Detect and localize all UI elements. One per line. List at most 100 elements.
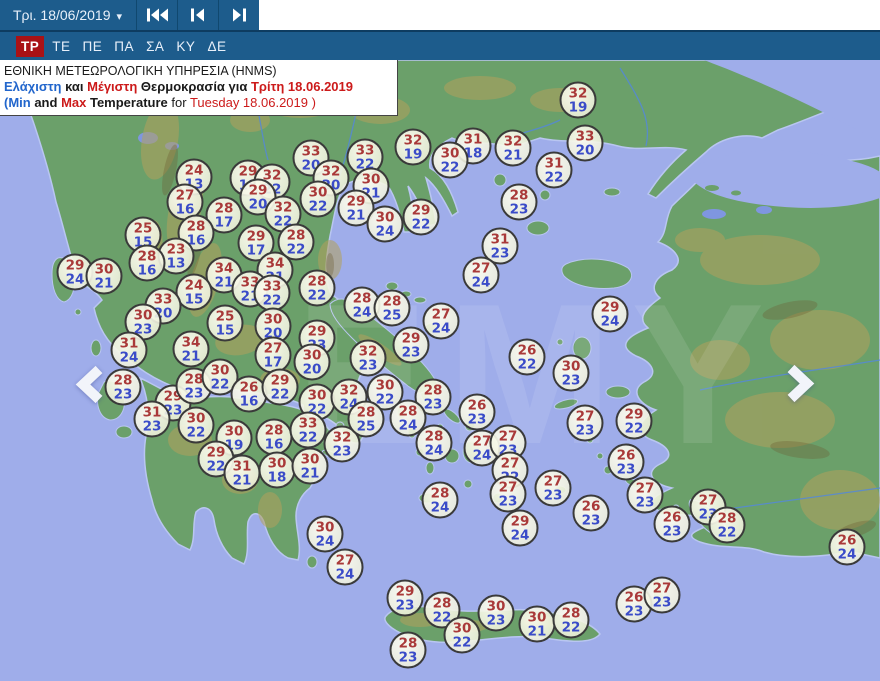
skip-first-icon <box>146 8 168 22</box>
min-temp: 23 <box>395 597 415 613</box>
max-temp: 26 <box>239 379 259 395</box>
temp-station: 27 24 <box>422 302 460 340</box>
temp-station: 27 23 <box>566 404 604 442</box>
min-temp: 21 <box>527 623 547 639</box>
day-tab-ΔΕ[interactable]: ΔΕ <box>201 37 232 56</box>
min-temp: 23 <box>332 443 352 459</box>
max-temp: 28 <box>398 403 418 419</box>
temp-station: 29 22 <box>402 198 440 236</box>
date-dropdown[interactable]: Τρι. 18/06/2019 ▾ <box>0 0 136 30</box>
day-tab-ΠΕ[interactable]: ΠΕ <box>77 37 109 56</box>
max-temp: 30 <box>375 377 395 393</box>
min-temp: 24 <box>510 527 530 543</box>
temp-station: 26 24 <box>828 528 866 566</box>
min-temp: 23 <box>423 396 443 412</box>
temp-station: 26 22 <box>508 338 546 376</box>
max-temp: 25 <box>215 308 235 324</box>
min-temp: 24 <box>431 320 451 336</box>
max-temp: 26 <box>837 532 857 548</box>
day-tab-ΣΑ[interactable]: ΣΑ <box>140 37 170 56</box>
max-temp: 34 <box>265 255 285 271</box>
weather-map: ΕΜΥ 321924132918322233203322321931183221… <box>0 60 880 681</box>
skip-first-button[interactable] <box>136 0 177 30</box>
min-temp: 23 <box>358 357 378 373</box>
max-temp: 27 <box>498 479 518 495</box>
temp-station: 31 23 <box>133 400 171 438</box>
max-temp: 24 <box>184 277 204 293</box>
max-temp: 32 <box>403 132 423 148</box>
max-temp: 30 <box>440 145 460 161</box>
min-temp: 21 <box>503 147 523 163</box>
min-temp: 24 <box>837 546 857 562</box>
min-temp: 23 <box>498 493 518 509</box>
min-temp: 24 <box>398 417 418 433</box>
max-temp: 32 <box>568 85 588 101</box>
temp-station: 28 24 <box>421 481 459 519</box>
max-temp: 28 <box>356 404 376 420</box>
temp-station: 31 22 <box>535 151 573 189</box>
min-temp: 24 <box>315 533 335 549</box>
map-prev-arrow[interactable] <box>75 365 105 410</box>
min-temp: 24 <box>600 313 620 329</box>
max-temp: 29 <box>65 257 85 273</box>
temp-station: 27 17 <box>254 336 292 374</box>
date-label: Τρι. 18/06/2019 <box>13 7 111 23</box>
min-temp: 22 <box>298 429 318 445</box>
day-tab-ΚΥ[interactable]: ΚΥ <box>170 37 201 56</box>
min-temp: 19 <box>403 146 423 162</box>
max-temp: 30 <box>94 261 114 277</box>
day-tab-ΠΑ[interactable]: ΠΑ <box>108 37 140 56</box>
temp-station: 33 22 <box>253 274 291 312</box>
max-temp: 30 <box>224 423 244 439</box>
legend-text-part: and <box>34 95 62 110</box>
max-temp: 28 <box>214 200 234 216</box>
max-temp: 28 <box>423 382 443 398</box>
min-temp: 17 <box>214 214 234 230</box>
max-temp: 32 <box>332 429 352 445</box>
max-temp: 29 <box>510 513 530 529</box>
min-temp: 22 <box>286 241 306 257</box>
min-temp: 25 <box>382 307 402 323</box>
legend-text-part: Tuesday 18.06.2019 ) <box>189 95 316 110</box>
max-temp: 28 <box>113 372 133 388</box>
temp-station: 2923 <box>386 579 424 617</box>
prev-day-button[interactable] <box>177 0 218 30</box>
temp-station: 26 23 <box>458 393 496 431</box>
max-temp: 27 <box>500 455 520 471</box>
max-temp: 31 <box>232 458 252 474</box>
map-next-arrow[interactable] <box>785 364 815 409</box>
min-temp: 15 <box>215 322 235 338</box>
min-temp: 22 <box>308 198 328 214</box>
day-tab-ΤΕ[interactable]: ΤΕ <box>46 37 76 56</box>
day-tab-ΤΡ[interactable]: ΤΡ <box>16 35 45 57</box>
max-temp: 28 <box>352 290 372 306</box>
temp-station: 33 20 <box>566 124 604 162</box>
min-temp: 22 <box>452 634 472 650</box>
min-temp: 23 <box>401 344 421 360</box>
temp-station: 28 23 <box>500 183 538 221</box>
min-temp: 22 <box>440 159 460 175</box>
temp-station: 30 23 <box>477 594 515 632</box>
max-temp: 27 <box>263 340 283 356</box>
legend-text-part: (Min <box>4 95 35 110</box>
max-temp: 34 <box>214 260 234 276</box>
max-temp: 28 <box>509 187 529 203</box>
temp-station: 32 23 <box>349 339 387 377</box>
weekday-bar: ΤΡ ΤΕ ΠΕ ΠΑ ΣΑ ΚΥ ΔΕ <box>0 30 880 60</box>
temp-station: 31 21 <box>223 454 261 492</box>
max-temp: 33 <box>298 415 318 431</box>
max-temp: 28 <box>398 635 418 651</box>
max-temp: 28 <box>717 510 737 526</box>
max-temp: 28 <box>382 293 402 309</box>
min-temp: 21 <box>181 348 201 364</box>
min-temp: 24 <box>472 447 492 463</box>
max-temp: 27 <box>471 260 491 276</box>
min-temp: 22 <box>262 292 282 308</box>
next-day-button[interactable] <box>218 0 259 30</box>
min-temp: 16 <box>137 262 157 278</box>
temp-station: 33 22 <box>289 411 327 449</box>
temp-station: 30 22 <box>443 616 481 654</box>
min-temp: 18 <box>267 469 287 485</box>
max-temp: 28 <box>307 273 327 289</box>
max-temp: 27 <box>635 480 655 496</box>
